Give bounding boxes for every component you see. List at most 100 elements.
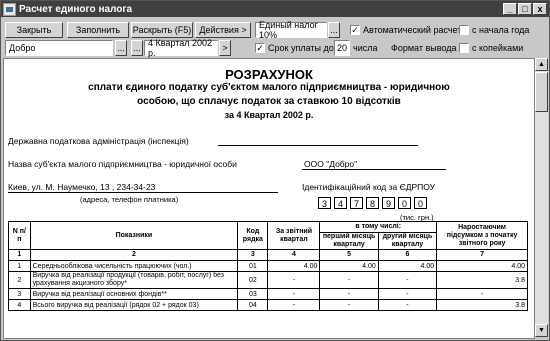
table-row: 2 Виручка від реалізації продукції (това… — [8, 271, 528, 289]
col-number: 6 — [377, 249, 438, 261]
row-quarter-value[interactable]: - — [267, 288, 321, 300]
header-first-month: перший місяць кварталу — [319, 232, 379, 250]
scroll-thumb[interactable] — [535, 72, 548, 112]
report-document: РОЗРАХУНОК сплати єдиного податку суб'єк… — [3, 58, 535, 339]
row-cumulative-value[interactable]: 3.8 — [436, 271, 528, 289]
expand-button[interactable]: Раскрыть (F5) — [131, 22, 193, 38]
row-name: Виручка від реалізації основних фондів** — [29, 288, 239, 300]
row-first-month-value[interactable]: - — [319, 288, 379, 300]
tax-type-select[interactable]: Единый налог 10% — [255, 20, 327, 40]
entity-name-label: Назва суб'єкта малого підприємництва - ю… — [8, 159, 237, 169]
tax-calc-window: Расчет единого налога _ □ x Закрыть Запо… — [0, 0, 550, 341]
due-date-label: Срок уплаты до — [268, 43, 334, 53]
address-line — [8, 192, 278, 193]
app-icon — [3, 2, 16, 16]
row-second-month-value[interactable]: 4.00 — [377, 260, 438, 272]
row-quarter-value[interactable]: - — [267, 299, 321, 311]
row-first-month-value[interactable]: - — [319, 271, 379, 289]
table-row: 3 Виручка від реалізації основних фондів… — [8, 288, 528, 300]
year-start-checkbox[interactable] — [459, 25, 469, 35]
tax-office-label: Державна податкова адміністрація (інспек… — [8, 136, 189, 146]
report-table: N п/п Показники Код рядка За звітний ква… — [8, 221, 528, 311]
row-name: Всього виручка від реалізації (рядок 02 … — [29, 299, 239, 311]
row-name: Середньооблікова чисельність працюючих (… — [29, 260, 239, 272]
auto-calc-checkbox[interactable]: ✓ — [350, 25, 360, 35]
edrpou-digit: 9 — [382, 197, 395, 209]
address-caption: (адреса, телефон платника) — [80, 195, 179, 204]
due-day-field[interactable]: 20 — [334, 40, 350, 56]
edrpou-digit: 0 — [398, 197, 411, 209]
edrpou-label: Ідентифікаційний код за ЄДРПОУ — [302, 182, 436, 192]
period-field[interactable]: 4 Квартал 2002 р. — [144, 38, 218, 58]
col-number: 4 — [267, 249, 321, 261]
header-cumulative: Наростаючим підсумком з початку звітного… — [436, 221, 528, 250]
row-cumulative-value[interactable]: - — [436, 288, 528, 300]
edrpou-digit: 8 — [366, 197, 379, 209]
header-second-month: другий місяць кварталу — [377, 232, 438, 250]
address-value: Киев, ул. М. Наумечко, 13 , 234-34-23 — [8, 182, 156, 192]
col-number: 2 — [29, 249, 239, 261]
report-subtitle-1: сплати єдиного податку суб'єктом малого … — [88, 82, 450, 93]
tax-office-line — [218, 145, 418, 146]
row-first-month-value[interactable]: 4.00 — [319, 260, 379, 272]
col-number: 7 — [436, 249, 528, 261]
row-quarter-value[interactable]: - — [267, 271, 321, 289]
period-select-button[interactable]: ... — [131, 40, 143, 56]
next-period-button[interactable]: > — [219, 40, 231, 56]
window-title: Расчет единого налога — [19, 3, 133, 15]
close-button[interactable]: Закрыть — [5, 22, 63, 38]
fill-button[interactable]: Заполнить — [67, 22, 129, 38]
row-code: 01 — [237, 260, 269, 272]
edrpou-digit: 3 — [318, 197, 331, 209]
kopecks-checkbox[interactable] — [459, 43, 469, 53]
maximize-button[interactable]: □ — [518, 3, 532, 15]
report-subtitle-2: особою, що сплачує податок за ставкою 10… — [137, 96, 401, 107]
organization-field[interactable]: Добро — [5, 40, 113, 56]
report-period: за 4 Квартал 2002 р. — [224, 110, 314, 120]
col-number: 1 — [8, 249, 31, 261]
header-report-quarter: За звітний квартал — [267, 221, 321, 250]
actions-button[interactable]: Действия > — [195, 22, 251, 38]
row-cumulative-value[interactable]: 3.8 — [436, 299, 528, 311]
auto-calc-label: Автоматический расчет — [363, 25, 462, 35]
header-indicator: Показники — [29, 221, 239, 250]
due-date-checkbox[interactable]: ✓ — [255, 43, 265, 53]
year-start-label: с начала года — [472, 25, 530, 35]
entity-name-value: ООО "Добро" — [304, 159, 358, 169]
row-second-month-value[interactable]: - — [377, 299, 438, 311]
col-number: 5 — [319, 249, 379, 261]
row-cumulative-value[interactable]: 4.00 — [436, 260, 528, 272]
report-title: РОЗРАХУНОК — [225, 67, 313, 82]
output-format-label: Формат вывода : — [391, 43, 462, 53]
scroll-up-icon[interactable]: ▲ — [535, 58, 548, 71]
tax-type-select-button[interactable]: ... — [328, 22, 340, 38]
table-row: 1 Середньооблікова чисельність працюючих… — [8, 260, 528, 272]
toolbar: Закрыть Заполнить Раскрыть (F5) Действия… — [1, 18, 549, 58]
scroll-down-icon[interactable]: ▼ — [535, 324, 548, 337]
column-numbers-row: 1 2 3 4 5 6 7 — [8, 249, 528, 261]
row-num: 3 — [8, 288, 31, 300]
minimize-button[interactable]: _ — [503, 3, 517, 15]
row-code: 04 — [237, 299, 269, 311]
title-bar: Расчет единого налога _ □ x — [1, 1, 549, 17]
row-quarter-value[interactable]: 4.00 — [267, 260, 321, 272]
row-code: 03 — [237, 288, 269, 300]
due-day-suffix: числа — [353, 43, 378, 53]
row-first-month-value[interactable]: - — [319, 299, 379, 311]
edrpou-digit: 7 — [350, 197, 363, 209]
organization-select-button[interactable]: ... — [115, 40, 127, 56]
row-second-month-value[interactable]: - — [377, 288, 438, 300]
row-name: Виручка від реалізації продукції (товарі… — [29, 271, 239, 289]
entity-name-line — [302, 169, 446, 170]
row-num: 1 — [8, 260, 31, 272]
kopecks-label: с копейками — [472, 43, 524, 53]
edrpou-digit: 4 — [334, 197, 347, 209]
vertical-scrollbar[interactable]: ▲ ▼ — [535, 58, 548, 337]
edrpou-digit: 0 — [414, 197, 427, 209]
close-window-button[interactable]: x — [533, 3, 547, 15]
row-num: 2 — [8, 271, 31, 289]
header-including: в тому числі: — [319, 221, 438, 233]
row-second-month-value[interactable]: - — [377, 271, 438, 289]
table-row: 4 Всього виручка від реалізації (рядок 0… — [8, 299, 528, 311]
col-number: 3 — [237, 249, 269, 261]
